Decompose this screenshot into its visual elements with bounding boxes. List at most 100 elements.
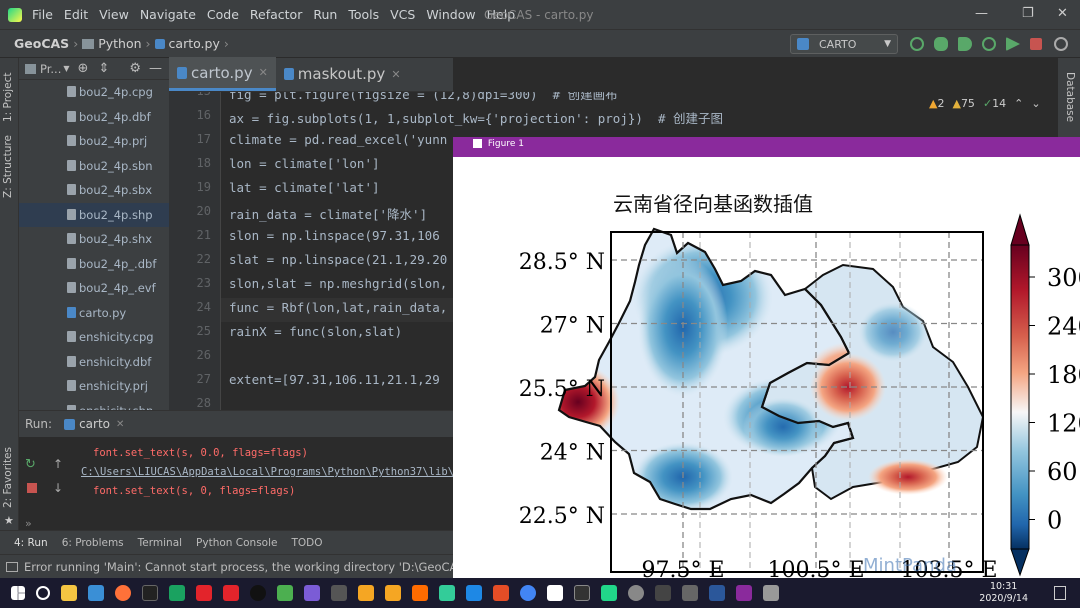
figure-window[interactable]: 云南省径向基函数插值 28.5° N 27° N 25.5° N 24° N 22.5°…: [453, 137, 1080, 578]
close-icon[interactable]: ✕: [259, 66, 268, 79]
project-tree-item[interactable]: bou2_4p.dbf: [19, 105, 169, 130]
breadcrumb-file[interactable]: carto.py: [169, 36, 220, 51]
menu-tools[interactable]: Tools: [348, 7, 379, 22]
breadcrumb-project[interactable]: GeoCAS: [14, 36, 69, 51]
app-icon[interactable]: [574, 585, 590, 601]
app-icon[interactable]: [169, 585, 185, 601]
menu-run[interactable]: Run: [313, 7, 337, 22]
close-icon[interactable]: ✕: [116, 419, 124, 430]
run-concurrency-icon[interactable]: [1006, 37, 1020, 51]
code-line[interactable]: func = Rbf(lon,lat,rain_data,: [229, 300, 447, 315]
app-icon[interactable]: [196, 585, 212, 601]
more-icon[interactable]: »: [25, 517, 32, 530]
code-line[interactable]: fig = plt.figure(figsize = (12,8)dpi=300…: [229, 92, 618, 103]
figure-canvas[interactable]: 云南省径向基函数插值 28.5° N 27° N 25.5° N 24° N 22.5°…: [453, 157, 1080, 578]
favorites-tool-button[interactable]: 2: Favorites: [2, 447, 14, 508]
tool-tab-run[interactable]: 4: Run: [14, 537, 48, 549]
project-tree-item[interactable]: carto.py: [19, 301, 169, 326]
tool-tab-terminal[interactable]: Terminal: [138, 537, 182, 549]
menu-edit[interactable]: Edit: [64, 7, 88, 22]
app-icon[interactable]: [655, 585, 671, 601]
breadcrumb-folder[interactable]: Python: [98, 36, 141, 51]
figure-app-icon[interactable]: [736, 585, 752, 601]
pycharm-icon[interactable]: [601, 585, 617, 601]
stop-icon[interactable]: [27, 483, 37, 493]
close-icon[interactable]: ✕: [1057, 6, 1068, 21]
gear-icon[interactable]: ⚙: [129, 61, 141, 76]
arrow-up-icon[interactable]: ↑: [53, 457, 63, 471]
wechat-icon[interactable]: [277, 585, 293, 601]
structure-tool-button[interactable]: Z: Structure: [2, 135, 14, 198]
minimize-icon[interactable]: —: [975, 6, 988, 21]
menu-navigate[interactable]: Navigate: [140, 7, 196, 22]
code-line[interactable]: lat = climate['lat']: [229, 180, 380, 195]
collapse-icon[interactable]: ⇕: [98, 61, 109, 76]
project-tree-item[interactable]: bou2_4p.sbn: [19, 154, 169, 179]
chevron-down-icon[interactable]: ⌄: [1031, 97, 1040, 110]
app-icon[interactable]: [682, 585, 698, 601]
code-line[interactable]: extent=[97.31,106.11,21.1,29: [229, 372, 440, 387]
code-line[interactable]: rainX = func(slon,slat): [229, 324, 402, 339]
system-clock[interactable]: 10:31 2020/9/14: [979, 581, 1028, 605]
project-tree-item[interactable]: enshicity.prj: [19, 374, 169, 399]
menu-refactor[interactable]: Refactor: [250, 7, 302, 22]
project-tree-item[interactable]: enshicity.dbf: [19, 350, 169, 375]
rerun-icon[interactable]: ↻: [25, 457, 36, 472]
run-config-select[interactable]: CARTO ▼: [790, 34, 898, 54]
run-tab-carto[interactable]: carto: [79, 417, 110, 431]
database-tool-button[interactable]: Database: [1064, 72, 1076, 122]
app-icon[interactable]: [628, 585, 644, 601]
zhihu-icon[interactable]: [466, 585, 482, 601]
tool-tab-todo[interactable]: TODO: [291, 537, 322, 549]
search-icon[interactable]: [385, 585, 401, 601]
project-view-select[interactable]: Pr...: [40, 62, 61, 76]
project-tree-item[interactable]: bou2_4p.cpg: [19, 80, 169, 105]
image-viewer-icon[interactable]: [547, 585, 563, 601]
app-icon[interactable]: [88, 585, 104, 601]
project-tree-item[interactable]: bou2_4p.shx: [19, 227, 169, 252]
tool-tab-python-console[interactable]: Python Console: [196, 537, 277, 549]
project-tree-item[interactable]: bou2_4p.shp: [19, 202, 169, 227]
run-output-link[interactable]: C:\Users\LIUCAS\AppData\Local\Programs\P…: [81, 466, 460, 478]
app-icon[interactable]: [493, 585, 509, 601]
tool-tab-problems[interactable]: 6: Problems: [62, 537, 124, 549]
task-view-icon[interactable]: [36, 586, 50, 600]
chevron-up-icon[interactable]: ⌃: [1014, 97, 1023, 110]
app-icon[interactable]: [709, 585, 725, 601]
app-icon[interactable]: [142, 585, 158, 601]
status-message[interactable]: Error running 'Main': Cannot start proce…: [24, 560, 482, 574]
code-line[interactable]: lon = climate['lon']: [229, 156, 380, 171]
menu-file[interactable]: File: [32, 7, 53, 22]
code-line[interactable]: slon,slat = np.meshgrid(slon,: [229, 276, 447, 291]
menu-window[interactable]: Window: [426, 7, 475, 22]
firefox-icon[interactable]: [115, 585, 131, 601]
app-icon[interactable]: [223, 585, 239, 601]
notification-icon[interactable]: [1054, 586, 1066, 600]
chevron-down-icon[interactable]: ▼: [63, 64, 69, 73]
hide-panel-icon[interactable]: —: [149, 61, 162, 76]
code-line[interactable]: climate = pd.read_excel('yunn: [229, 132, 447, 147]
project-tool-button[interactable]: 1: Project: [2, 73, 14, 122]
locate-icon[interactable]: ⊕: [78, 61, 89, 76]
coverage-icon[interactable]: [958, 37, 972, 51]
chrome-icon[interactable]: [520, 585, 536, 601]
maximize-icon[interactable]: ❐: [1022, 6, 1034, 21]
file-explorer-icon[interactable]: [61, 585, 77, 601]
search-icon[interactable]: [1054, 37, 1068, 51]
qq-icon[interactable]: [250, 585, 266, 601]
menu-vcs[interactable]: VCS: [390, 7, 415, 22]
start-icon[interactable]: [11, 586, 25, 600]
profile-icon[interactable]: [982, 37, 996, 51]
app-icon[interactable]: [358, 585, 374, 601]
code-line[interactable]: slat = np.linspace(21.1,29.20: [229, 252, 447, 267]
arrow-down-icon[interactable]: ↓: [53, 481, 63, 495]
project-tree-item[interactable]: bou2_4p_.evf: [19, 276, 169, 301]
menu-code[interactable]: Code: [207, 7, 239, 22]
menu-view[interactable]: View: [99, 7, 129, 22]
tab-carto[interactable]: carto.py ✕: [169, 57, 276, 91]
code-line[interactable]: rain_data = climate['降水']: [229, 204, 427, 223]
app-icon[interactable]: [304, 585, 320, 601]
rerun-icon[interactable]: [910, 37, 924, 51]
code-line[interactable]: ax = fig.subplots(1, 1,subplot_kw={'proj…: [229, 108, 723, 127]
app-icon[interactable]: [331, 585, 347, 601]
